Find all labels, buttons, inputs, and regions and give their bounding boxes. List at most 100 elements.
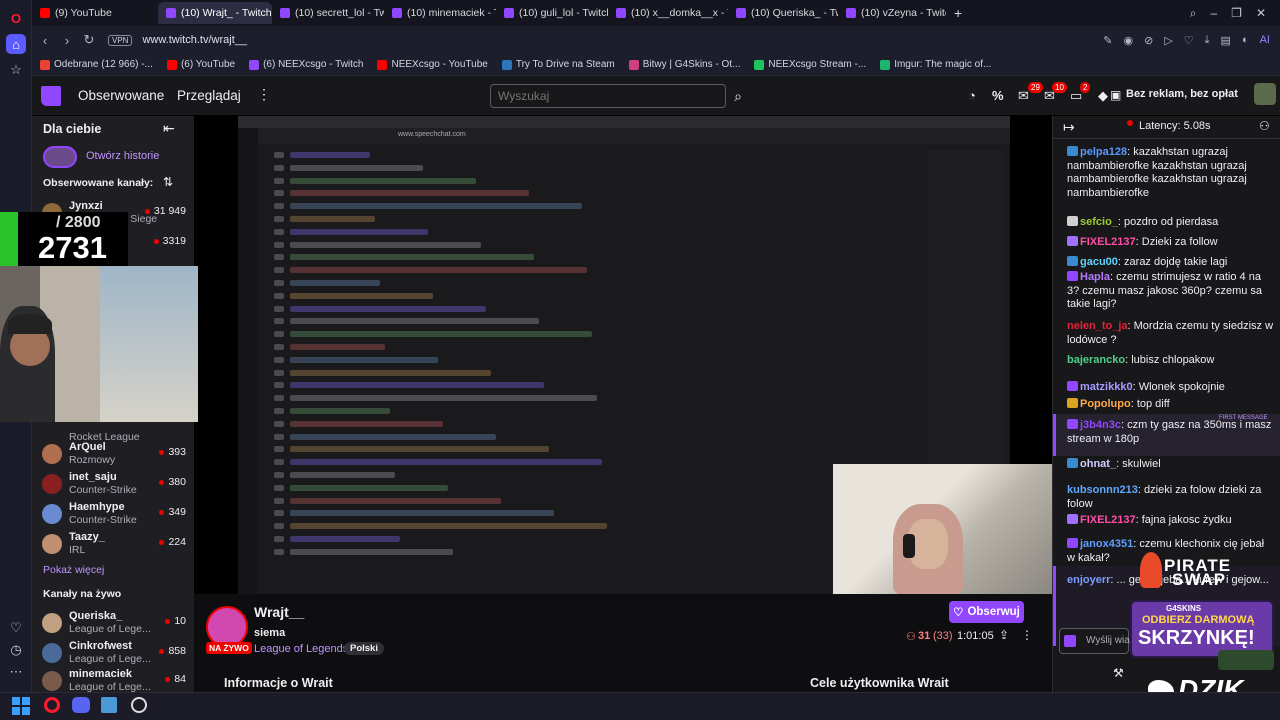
channel-item[interactable]: Taazy_ IRL 224 [42,531,190,561]
captured-row-timestamp [274,356,284,363]
collapse-chat-icon[interactable]: ↦ [1063,119,1075,136]
channel-item[interactable]: ArQuel Rozmowy 393 [42,441,190,471]
url-field[interactable]: www.twitch.tv/wrajt__ [142,34,247,46]
channel-item[interactable]: Cinkrofwest League of Lege... 858 [42,640,190,670]
maximize-icon[interactable]: ❐ [1231,6,1242,21]
ad-free-button[interactable]: Bez reklam, bez opłat [1126,88,1238,100]
opera-logo-icon[interactable]: O [6,8,26,28]
chat-username[interactable]: ohnat_ [1080,458,1116,470]
explorer-taskbar-icon[interactable] [101,697,117,713]
chat-username[interactable]: FIXEL2137 [1080,514,1136,526]
obs-taskbar-icon[interactable] [131,697,147,713]
chat-username[interactable]: pelpa128 [1080,146,1127,158]
channel-item[interactable]: Haemhype Counter-Strike 349 [42,501,190,531]
channel-item[interactable]: Queriska_ League of Lege... 10 [42,610,190,640]
minimize-icon[interactable]: – [1210,6,1217,21]
back-icon[interactable]: ‹ [34,33,56,48]
play-icon[interactable]: ▷ [1164,34,1172,47]
discord-taskbar-icon[interactable] [72,697,90,713]
stories-avatars[interactable] [43,146,77,168]
collapse-icon[interactable]: ⇤ [163,120,175,137]
chat-username[interactable]: gacu00 [1080,256,1118,268]
heart-icon[interactable]: ♡ [6,618,26,638]
ai-button[interactable]: AI [1260,34,1270,46]
activity-icon[interactable]: ◔ [968,88,976,103]
search-tabs-icon[interactable]: ⌕ [1190,6,1197,21]
captured-row-text [290,152,370,158]
bookmark-g4skins[interactable]: Bitwy | G4Skins - Ot... [628,59,740,70]
nav-following[interactable]: Obserwowane [78,88,164,103]
follow-button[interactable]: ♡ Obserwuj [949,601,1024,623]
chat-username[interactable]: j3b4n3c [1080,419,1121,431]
users-icon[interactable]: ⚇ [1259,119,1270,133]
block-icon[interactable]: ⊘ [1144,34,1153,47]
bits-icon[interactable]: ⚒ [1113,666,1124,680]
chat-input[interactable]: Wyślij wiadomość [1059,628,1165,654]
bookmark-youtube[interactable]: (6) YouTube [166,59,235,70]
video-player[interactable]: www.speechchat.com [194,116,1054,594]
share-icon[interactable]: ⇪ [999,628,1009,642]
chat-username[interactable]: kubsonnn213 [1067,484,1138,496]
wallet-icon[interactable]: ▤ [1221,34,1231,47]
sort-icon[interactable]: ⇅ [163,175,173,189]
opera-taskbar-icon[interactable] [44,697,60,713]
download-icon[interactable]: ⤓ [1205,34,1210,47]
inbox-icon[interactable]: ✉ [1018,88,1029,104]
language-tag[interactable]: Polski [344,642,384,655]
game-link[interactable]: League of Legends [254,643,348,655]
goal-count: 2731 [38,230,107,265]
new-tab-button[interactable]: + [946,2,970,24]
tab-youtube[interactable]: (9) YouTube [32,2,150,24]
bookmark-neex-stream[interactable]: NEEXcsgo Stream -... [754,59,866,70]
bookmark-neex-youtube[interactable]: NEEXcsgo - YouTube [377,59,488,70]
chat-username[interactable]: matzikkk0 [1080,381,1133,393]
tab-queriska[interactable]: (10) Queriska_ - Twitch [728,2,838,24]
stream-title: siema [254,627,286,639]
close-icon[interactable]: ✕ [1256,6,1266,21]
chat-username[interactable]: FIXEL2137 [1080,236,1136,248]
clock-icon[interactable]: ◷ [6,640,26,660]
bookmark-steam[interactable]: Try To Drive na Steam [501,59,615,70]
vpn-badge[interactable]: VPN [108,34,133,46]
star-icon[interactable]: ☆ [6,60,26,80]
chat-username[interactable]: Hapla [1080,271,1110,283]
profile-icon[interactable]: ◐ [1242,34,1249,46]
bookmark-neex-twitch[interactable]: (6) NEEXcsgo - Twitch [249,59,363,70]
tab-vzeyna[interactable]: (10) vZeyna - Twitch [838,2,946,24]
user-avatar[interactable] [1254,83,1276,105]
bookmark-gmail[interactable]: Odebrane (12 966) -... [40,59,153,70]
tab-wrajt[interactable]: (10) Wrajt_ - Twitch [158,2,272,24]
bits-icon[interactable]: ◆ [1098,88,1108,104]
chat-username[interactable]: sefcio_ [1080,216,1118,228]
search-icon[interactable]: ⌕ [726,84,750,108]
chat-username[interactable]: Popolupo [1080,398,1131,410]
more-options-icon[interactable]: ⋮ [1021,628,1033,642]
tab-domka[interactable]: (10) x__domka__x - Twitch [608,2,728,24]
home-icon[interactable]: ⌂ [6,34,26,54]
windows-start-icon[interactable] [12,697,30,715]
channel-item[interactable]: inet_saju Counter-Strike 380 [42,471,190,501]
channel-name[interactable]: Wrajt__ [254,604,304,620]
kick-icon [754,59,765,70]
channel-item[interactable]: minemaciek League of Lege... 84 [42,668,190,692]
prime-icon[interactable]: % [992,88,1004,103]
chat-username[interactable]: enjoyerr [1067,574,1110,586]
edit-icon[interactable]: ✎ [1103,34,1112,47]
more-options-icon[interactable]: ⋮ [257,86,271,103]
reload-icon[interactable]: ↻ [78,32,100,48]
more-icon[interactable]: ⋯ [6,662,26,682]
open-stories-link[interactable]: Otwórz historie [86,150,159,162]
chat-username[interactable]: nelen_to_ja [1067,320,1128,332]
nav-browse[interactable]: Przeglądaj [177,88,241,103]
heart-icon[interactable]: ♡ [1184,34,1194,47]
search-input[interactable] [490,84,726,108]
camera-icon[interactable]: ◉ [1123,34,1133,47]
tab-secrett[interactable]: (10) secrett_lol - Twitch [272,2,384,24]
tab-guli[interactable]: (10) guli_lol - Twitch [496,2,608,24]
forward-icon[interactable]: › [56,33,78,48]
twitch-logo-icon[interactable] [41,86,61,106]
bookmark-imgur[interactable]: Imgur: The magic of... [880,59,991,70]
tab-minemaciek[interactable]: (10) minemaciek - Twitch [384,2,496,24]
show-more-link[interactable]: Pokaż więcej [43,564,104,576]
chat-username[interactable]: bajerancko [1067,354,1125,366]
